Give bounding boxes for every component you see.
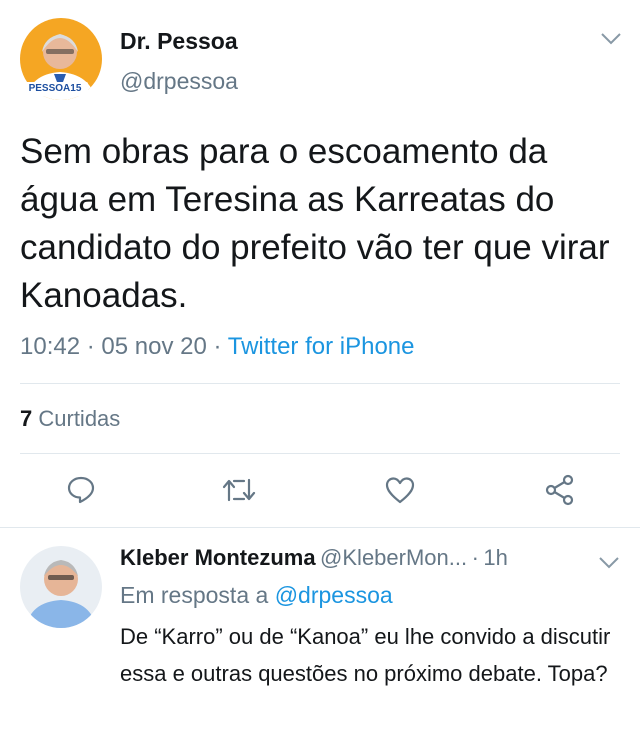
like-button[interactable] bbox=[385, 476, 415, 504]
reply-author-handle[interactable]: @KleberMon... bbox=[320, 545, 467, 570]
section-divider bbox=[0, 527, 640, 528]
divider bbox=[20, 383, 620, 384]
avatar-badge: PESSOA15 bbox=[22, 82, 88, 96]
author-name[interactable]: Dr. Pessoa bbox=[120, 28, 238, 55]
share-button[interactable] bbox=[544, 474, 576, 506]
reply-author-name[interactable]: Kleber Montezuma bbox=[120, 545, 316, 570]
reply-time[interactable]: 1h bbox=[483, 545, 507, 570]
likes-count: 7 bbox=[20, 406, 33, 431]
in-reply-mention-link[interactable]: @drpessoa bbox=[275, 582, 393, 608]
reply-author-avatar[interactable] bbox=[20, 546, 102, 628]
divider bbox=[20, 453, 620, 454]
reply-text: De “Karro” ou de “Kanoa” eu lhe convido … bbox=[120, 624, 611, 686]
tweet-text: Sem obras para o escoamento da água em T… bbox=[20, 132, 610, 315]
in-reply-to: Em resposta a @drpessoa bbox=[120, 582, 393, 609]
retweet-icon bbox=[222, 478, 256, 502]
tweet-source-link[interactable]: Twitter for iPhone bbox=[228, 333, 415, 360]
likes-label: Curtidas bbox=[38, 406, 121, 431]
in-reply-prefix: Em resposta a bbox=[120, 582, 269, 608]
author-handle[interactable]: @drpessoa bbox=[120, 68, 238, 95]
like-icon bbox=[385, 477, 415, 504]
reply-header: Kleber Montezuma @KleberMon... · 1h bbox=[120, 545, 508, 571]
retweet-button[interactable] bbox=[222, 476, 256, 504]
share-icon bbox=[545, 474, 574, 506]
reply-icon bbox=[67, 476, 95, 504]
meta-separator: · bbox=[86, 333, 95, 360]
likes-link[interactable]: 7 Curtidas bbox=[20, 406, 120, 432]
meta-separator: · bbox=[213, 333, 222, 360]
tweet-date: 05 nov 20 bbox=[101, 333, 207, 360]
tweet-meta: 10:42 · 05 nov 20 · Twitter for iPhone bbox=[20, 333, 414, 361]
chevron-down-icon[interactable] bbox=[600, 32, 622, 46]
reply-chevron-down-icon[interactable] bbox=[598, 556, 620, 570]
tweet-time: 10:42 bbox=[20, 333, 81, 360]
reply-separator: · bbox=[471, 545, 479, 570]
reply-button[interactable] bbox=[66, 474, 96, 504]
